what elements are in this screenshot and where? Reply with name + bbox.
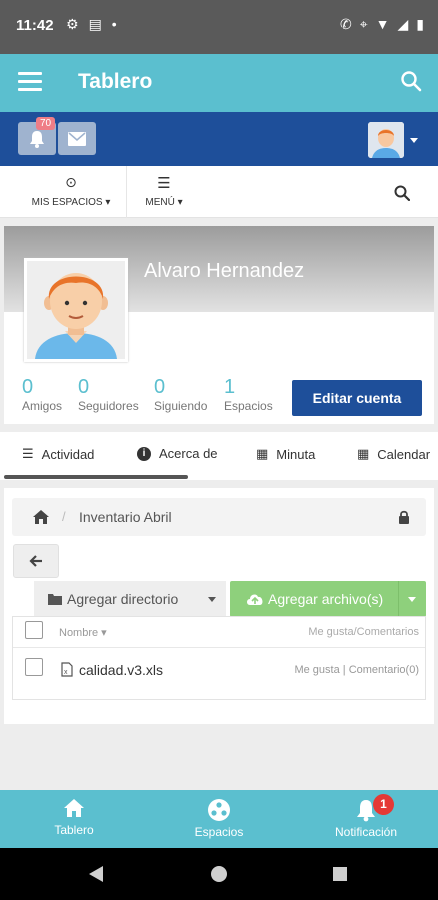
stat-following[interactable]: 0 Siguiendo <box>154 376 207 413</box>
spaces-icon <box>208 799 230 821</box>
stat-spaces[interactable]: 1 Espacios <box>224 376 273 413</box>
caret-down-icon[interactable] <box>408 597 416 602</box>
column-likes-header: Me gusta/Comentarios <box>308 626 419 638</box>
folder-icon <box>48 594 62 605</box>
profile-name: Alvaro Hernandez <box>144 260 305 282</box>
like-link[interactable]: Me gusta <box>294 664 339 676</box>
bottom-navigation: Tablero Espacios Notificación 1 <box>0 790 438 848</box>
file-table: Nombre ▾ Me gusta/Comentarios x calidad.… <box>12 616 426 700</box>
avatar-icon <box>368 122 404 158</box>
home-icon <box>64 799 84 817</box>
arrow-left-icon <box>29 555 42 567</box>
row-checkbox[interactable] <box>25 658 43 676</box>
bell-icon <box>30 130 44 148</box>
add-directory-button[interactable]: Agregar directorio <box>34 581 226 617</box>
dot-icon: • <box>111 16 117 32</box>
wifi-call-icon: ✆ <box>340 16 352 32</box>
file-name-link[interactable]: calidad.v3.xls <box>79 662 163 678</box>
nav-notifications[interactable]: Notificación <box>326 798 406 839</box>
wifi-icon: ▼ <box>375 16 390 32</box>
news-icon: ▤ <box>88 16 102 32</box>
target-icon: ⊙ <box>65 174 77 190</box>
battery-icon: ▮ <box>416 16 424 32</box>
lock-icon <box>399 510 409 524</box>
select-all-checkbox[interactable] <box>25 621 43 639</box>
menu-dropdown[interactable]: ☰ MENÚ ▾ <box>136 174 192 208</box>
edit-account-button[interactable]: Editar cuenta <box>292 380 422 416</box>
page-title: Tablero <box>78 70 153 93</box>
app-bar: Tablero <box>0 54 438 112</box>
my-spaces-dropdown[interactable]: ⊙ MIS ESPACIOS ▾ <box>28 174 114 208</box>
calendar-icon: ▦ <box>357 446 370 461</box>
info-icon: i <box>137 446 151 461</box>
caret-down-icon[interactable] <box>208 597 216 602</box>
home-icon[interactable] <box>32 509 50 525</box>
search-icon[interactable] <box>400 70 422 92</box>
nav-dashboard[interactable]: Tablero <box>44 798 104 837</box>
active-tab-indicator <box>4 475 188 479</box>
notification-count-badge: 70 <box>36 117 56 130</box>
home-circle-icon[interactable] <box>210 865 228 883</box>
svg-text:x: x <box>64 669 68 676</box>
back-triangle-icon[interactable] <box>88 865 104 883</box>
hamburger-menu-icon[interactable] <box>18 72 42 92</box>
location-icon: ⌖ <box>359 16 368 32</box>
files-panel: / Inventario Abril Agregar directorio Ag… <box>4 488 434 724</box>
recents-square-icon[interactable] <box>332 866 348 882</box>
search-icon[interactable] <box>394 185 410 201</box>
user-avatar-button[interactable] <box>368 122 404 158</box>
tab-about[interactable]: i Acerca de <box>137 446 218 461</box>
status-time: 11:42 <box>16 17 54 34</box>
space-nav-row: ⊙ MIS ESPACIOS ▾ ☰ MENÚ ▾ <box>0 166 438 218</box>
system-navigation-bar <box>0 848 438 900</box>
minutes-icon: ▦ <box>256 446 269 461</box>
signal-icon: ◢ <box>397 16 409 32</box>
stat-friends[interactable]: 0 Amigos <box>22 376 62 413</box>
messages-button[interactable] <box>58 122 96 155</box>
tab-activity[interactable]: ☰ Actividad <box>22 446 94 462</box>
add-file-button[interactable]: Agregar archivo(s) <box>230 581 426 617</box>
top-toolbar: 70 <box>0 112 438 166</box>
envelope-icon <box>68 131 86 146</box>
status-bar: 11:42 ⚙ ▤ • ✆ ⌖ ▼ ◢ ▮ <box>0 0 438 54</box>
profile-card: Alvaro Hernandez 0 Amigos 0 Seguidores 0… <box>4 226 434 424</box>
file-excel-icon: x <box>61 662 73 677</box>
back-button[interactable] <box>13 544 59 578</box>
comment-link[interactable]: Comentario(0) <box>349 664 419 676</box>
caret-down-icon[interactable] <box>410 138 418 143</box>
tab-calendar[interactable]: ▦ Calendar <box>357 446 438 462</box>
avatar-icon <box>27 261 125 359</box>
profile-tabs: ☰ Actividad i Acerca de ▦ Minuta ▦ Calen… <box>0 432 438 480</box>
stat-followers[interactable]: 0 Seguidores <box>78 376 139 413</box>
breadcrumb-current: Inventario Abril <box>79 509 172 525</box>
notification-badge: 1 <box>373 794 394 815</box>
breadcrumb: / Inventario Abril <box>12 498 426 536</box>
column-name-header[interactable]: Nombre ▾ <box>59 626 107 639</box>
tab-minutes[interactable]: ▦ Minuta <box>256 446 315 462</box>
settings-icon: ⚙ <box>66 16 79 32</box>
nav-spaces[interactable]: Espacios <box>184 798 254 839</box>
table-row[interactable]: x calidad.v3.xls Me gusta | Comentario(0… <box>13 648 425 700</box>
cloud-upload-icon <box>247 594 263 605</box>
list-icon: ☰ <box>157 175 171 192</box>
profile-picture <box>24 258 128 362</box>
list-icon: ☰ <box>22 446 34 461</box>
